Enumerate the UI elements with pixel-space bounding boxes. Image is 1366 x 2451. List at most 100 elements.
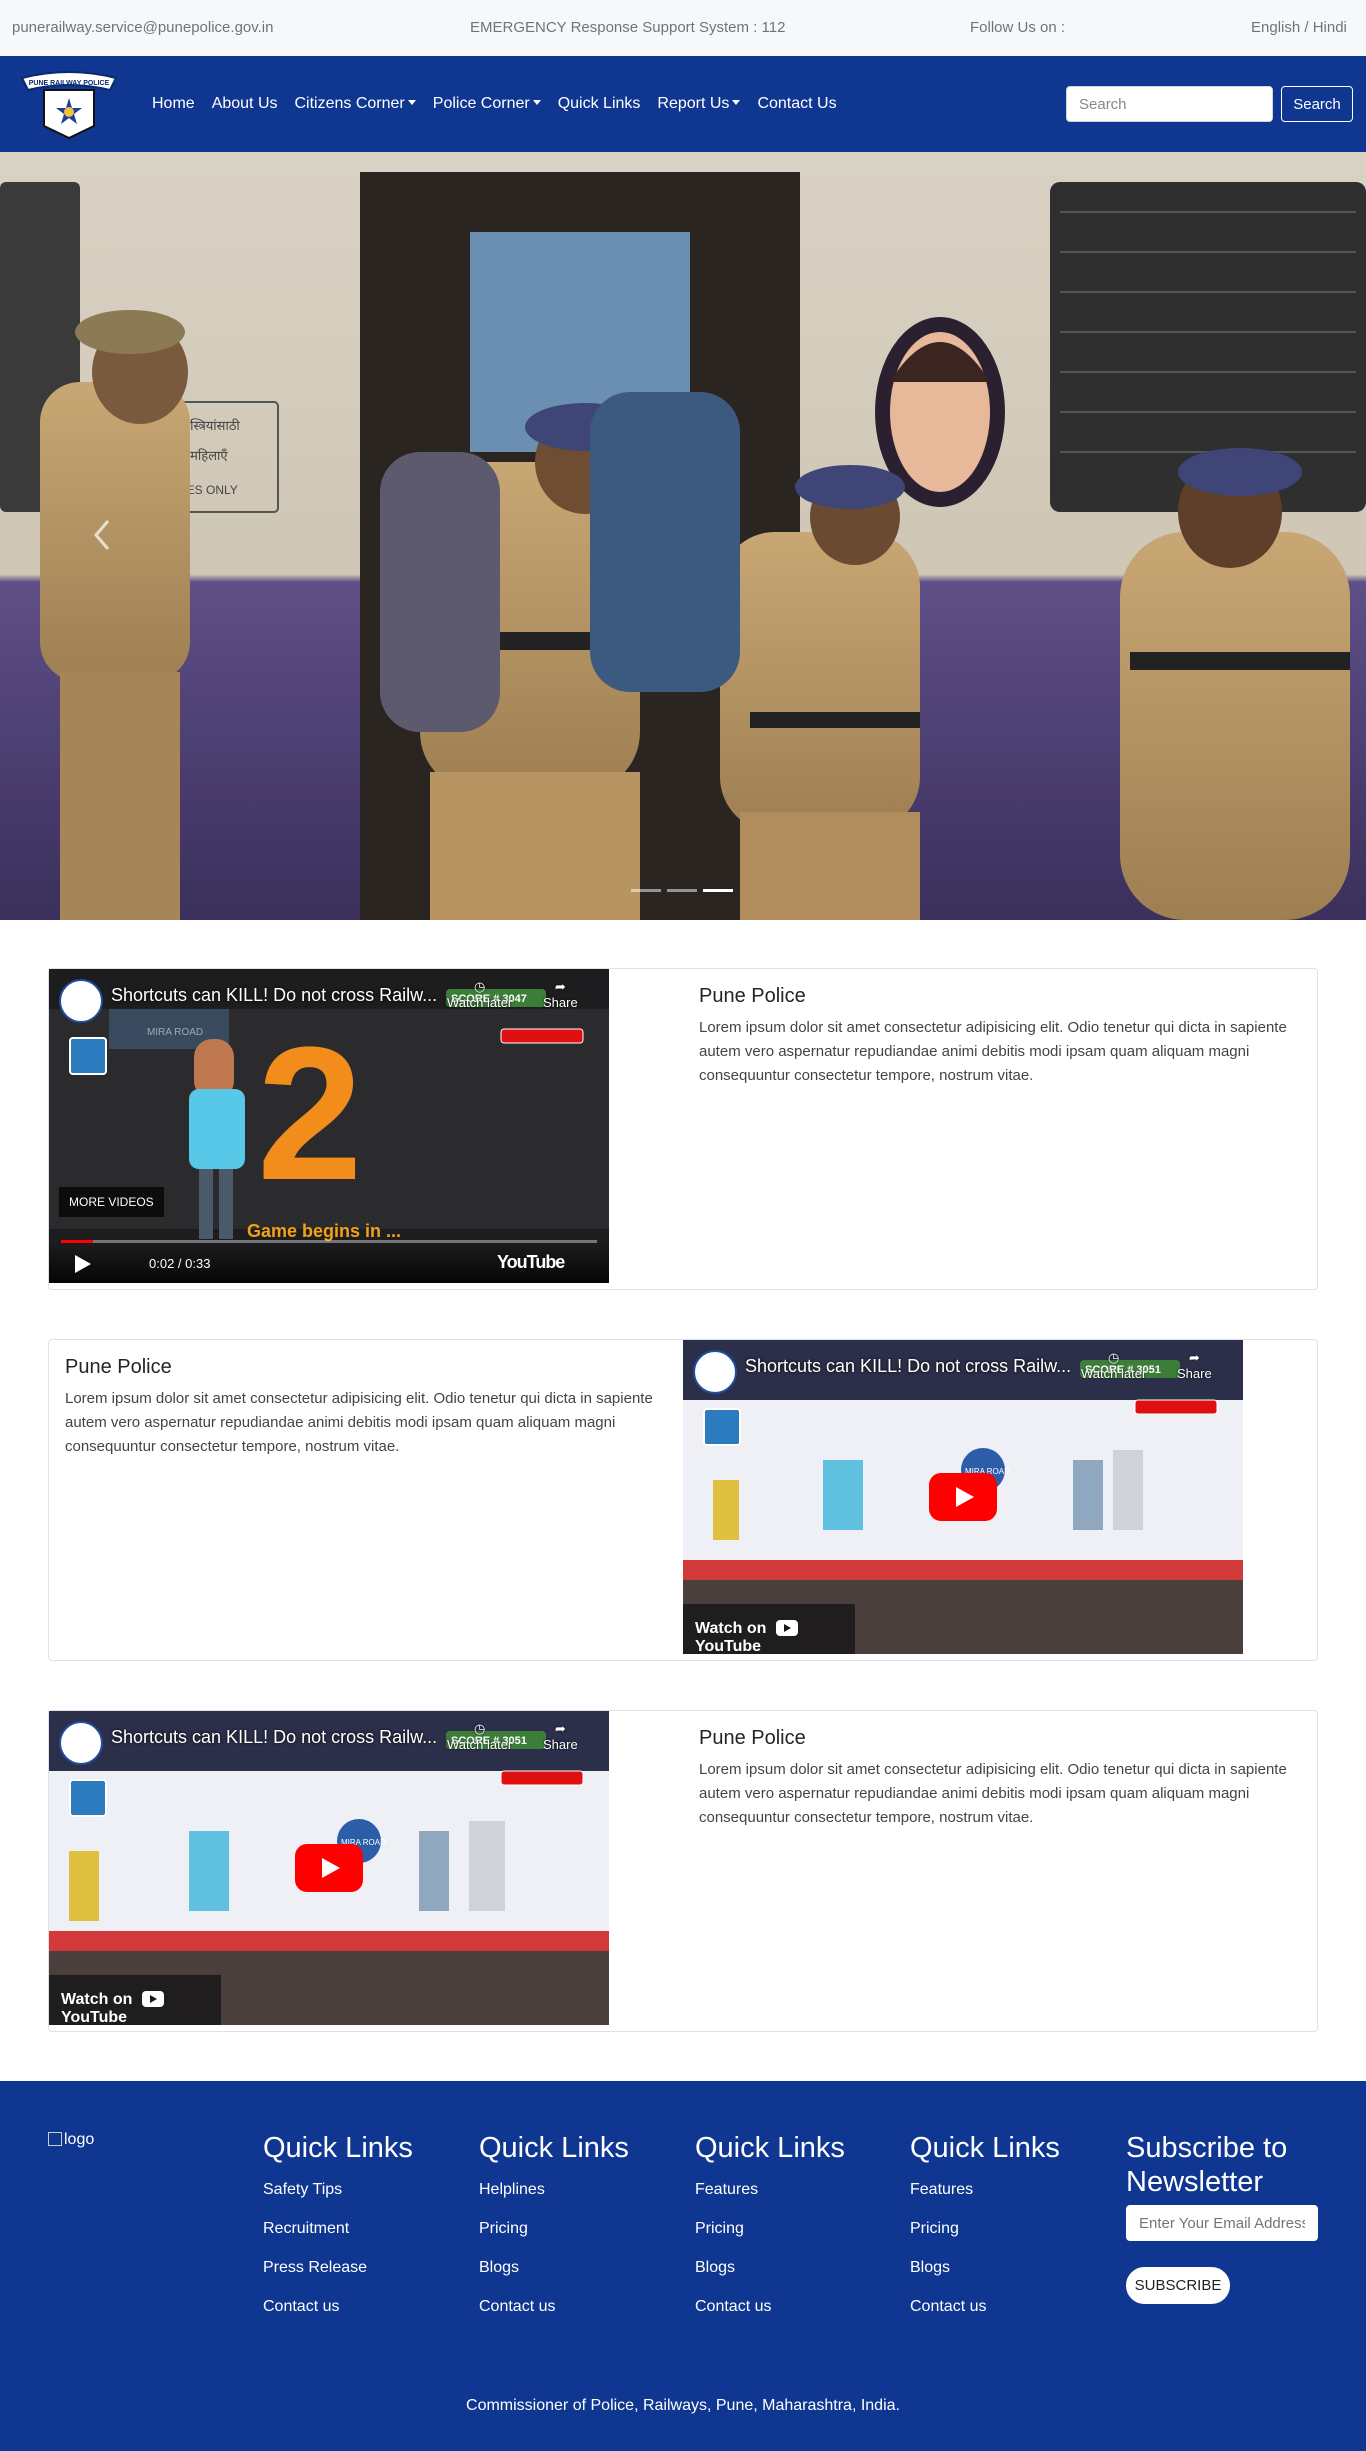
hero-image-railway-police: केवल स्त्रियांसाठी केवल महिलाएँ LADIES O… xyxy=(0,152,1366,920)
youtube-video-player-1[interactable]: MIRA ROAD 2 Game begins in ... SCORE # 3… xyxy=(49,969,609,1283)
card-1-title: Pune Police xyxy=(699,985,806,1007)
channel-avatar[interactable] xyxy=(59,979,103,1023)
share-label: Share xyxy=(543,995,578,1010)
newsletter-section: Subscribe to Newsletter xyxy=(1126,2131,1326,2199)
footer-column-title: Quick Links xyxy=(479,2132,629,2164)
footer-link[interactable]: Recruitment xyxy=(263,2220,413,2238)
footer-link[interactable]: Safety Tips xyxy=(263,2181,413,2199)
share-icon: ➦ xyxy=(554,1721,566,1736)
channel-avatar[interactable] xyxy=(59,1721,103,1765)
footer-copyright: Commissioner of Police, Railways, Pune, … xyxy=(466,2397,900,2414)
info-card-3: MIRA ROAD SCORE # 3051 Shortcuts can KIL… xyxy=(48,1710,1318,2032)
carousel-indicator[interactable] xyxy=(631,889,661,892)
nav-link-label: Police Corner xyxy=(432,95,530,112)
dropdown-caret-icon xyxy=(732,100,741,105)
nav-link-label: Contact Us xyxy=(757,95,837,112)
video-3-title[interactable]: Shortcuts can KILL! Do not cross Railw..… xyxy=(111,1727,437,1748)
nav-link-quick-links[interactable]: Quick Links xyxy=(558,95,641,113)
logo-text: PUNE RAILWAY POLICE xyxy=(29,80,110,87)
carousel-indicator[interactable] xyxy=(667,889,697,892)
footer-link[interactable]: Blogs xyxy=(695,2259,845,2277)
more-videos-button[interactable]: MORE VIDEOS xyxy=(59,1187,164,1217)
youtube-video-player-2[interactable]: MIRA ROAD SCORE # 3051 Shortcuts can KIL… xyxy=(683,1340,1243,1654)
top-info-bar: punerailway.service@punepolice.gov.in EM… xyxy=(0,0,1366,56)
footer-column-2: Quick Links Helplines Pricing Blogs Cont… xyxy=(479,2131,629,2337)
footer-link[interactable]: Helplines xyxy=(479,2181,629,2199)
share-label: Share xyxy=(1177,1366,1212,1381)
card-2-text: Lorem ipsum dolor sit amet consectetur a… xyxy=(65,1390,653,1455)
nav-link-report-us[interactable]: Report Us xyxy=(657,95,741,113)
watch-on-youtube-button[interactable]: Watch onYouTube xyxy=(49,1975,221,2025)
newsletter-email-input[interactable] xyxy=(1126,2205,1318,2241)
watch-later-button[interactable]: ◷ Watch later xyxy=(447,1721,512,1752)
footer-link[interactable]: Contact us xyxy=(263,2298,413,2316)
footer-link[interactable]: Features xyxy=(910,2181,1060,2199)
clock-icon: ◷ xyxy=(473,1721,486,1736)
language-switch[interactable]: English / Hindi xyxy=(1251,19,1347,36)
main-navbar: PUNE RAILWAY POLICE Home About Us Citizens… xyxy=(0,56,1366,152)
pune-railway-police-logo[interactable]: PUNE RAILWAY POLICE xyxy=(14,68,124,140)
search-input[interactable] xyxy=(1066,86,1273,122)
youtube-brand: YouTube xyxy=(695,1638,762,1654)
nav-link-label: About Us xyxy=(211,95,278,112)
carousel-prev-arrow-icon[interactable] xyxy=(88,515,118,555)
info-card-1: MIRA ROAD 2 Game begins in ... SCORE # 3… xyxy=(48,968,1318,1290)
search-button[interactable]: Search xyxy=(1281,86,1353,122)
carousel-indicators xyxy=(631,889,733,892)
nav-link-label: Home xyxy=(152,95,195,112)
footer-column-title: Quick Links xyxy=(910,2132,1060,2164)
video-progress-bar[interactable] xyxy=(61,1240,597,1243)
share-icon: ➦ xyxy=(1188,1350,1200,1365)
video-1-caption: Game begins in ... xyxy=(247,1221,401,1241)
watch-on-youtube-button[interactable]: Watch onYouTube xyxy=(683,1604,855,1654)
nav-link-police-corner[interactable]: Police Corner xyxy=(433,95,541,113)
contact-email[interactable]: punerailway.service@punepolice.gov.in xyxy=(12,19,273,36)
clock-icon: ◷ xyxy=(1107,1350,1120,1365)
share-label: Share xyxy=(543,1737,578,1752)
clock-icon: ◷ xyxy=(473,979,486,994)
card-1-text: Lorem ipsum dolor sit amet consectetur a… xyxy=(699,1019,1287,1084)
youtube-play-icon[interactable] xyxy=(929,1473,997,1521)
share-button[interactable]: ➦ Share xyxy=(1177,1350,1212,1381)
newsletter-title: Subscribe to Newsletter xyxy=(1126,2132,1288,2198)
youtube-icon xyxy=(142,1991,165,2007)
video-1-number: 2 xyxy=(257,1008,363,1220)
footer-link[interactable]: Pricing xyxy=(695,2220,845,2238)
watch-on-label: Watch on xyxy=(695,1620,767,1637)
watch-later-button[interactable]: ◷ Watch later xyxy=(447,979,512,1010)
footer-link[interactable]: Contact us xyxy=(479,2298,629,2316)
youtube-brand: YouTube xyxy=(61,2009,128,2025)
nav-link-citizens-corner[interactable]: Citizens Corner xyxy=(295,95,416,113)
share-button[interactable]: ➦ Share xyxy=(543,1721,578,1752)
footer-logo-alt: logo xyxy=(64,2131,95,2148)
video-1-title[interactable]: Shortcuts can KILL! Do not cross Railw..… xyxy=(111,985,437,1006)
carousel-indicator-active[interactable] xyxy=(703,889,733,892)
card-2-title: Pune Police xyxy=(65,1356,172,1378)
subscribe-button[interactable]: SUBSCRIBE xyxy=(1126,2267,1230,2304)
dropdown-caret-icon xyxy=(407,100,416,105)
footer-link[interactable]: Blogs xyxy=(910,2259,1060,2277)
youtube-logo[interactable]: YouTube xyxy=(497,1252,565,1273)
info-card-2: Pune Police Lorem ipsum dolor sit amet c… xyxy=(48,1339,1318,1661)
nav-link-contact-us[interactable]: Contact Us xyxy=(757,95,836,113)
play-icon[interactable] xyxy=(75,1255,91,1273)
footer-link[interactable]: Pricing xyxy=(479,2220,629,2238)
footer-column-4: Quick Links Features Pricing Blogs Conta… xyxy=(910,2131,1060,2337)
footer-link[interactable]: Press Release xyxy=(263,2259,413,2277)
share-button[interactable]: ➦ Share xyxy=(543,979,578,1010)
footer-column-title: Quick Links xyxy=(695,2132,845,2164)
video-2-title[interactable]: Shortcuts can KILL! Do not cross Railw..… xyxy=(745,1356,1071,1377)
watch-later-button[interactable]: ◷ Watch later xyxy=(1081,1350,1146,1381)
youtube-play-icon[interactable] xyxy=(295,1844,363,1892)
channel-avatar[interactable] xyxy=(693,1350,737,1394)
footer-link[interactable]: Blogs xyxy=(479,2259,629,2277)
footer-link[interactable]: Contact us xyxy=(695,2298,845,2316)
footer-link[interactable]: Pricing xyxy=(910,2220,1060,2238)
nav-link-home[interactable]: Home xyxy=(152,95,195,113)
footer-link[interactable]: Contact us xyxy=(910,2298,1060,2316)
footer-link[interactable]: Features xyxy=(695,2181,845,2199)
nav-link-label: Quick Links xyxy=(557,95,641,112)
watch-later-label: Watch later xyxy=(1081,1366,1147,1381)
youtube-video-player-3[interactable]: MIRA ROAD SCORE # 3051 Shortcuts can KIL… xyxy=(49,1711,609,2025)
nav-link-about-us[interactable]: About Us xyxy=(212,95,278,113)
